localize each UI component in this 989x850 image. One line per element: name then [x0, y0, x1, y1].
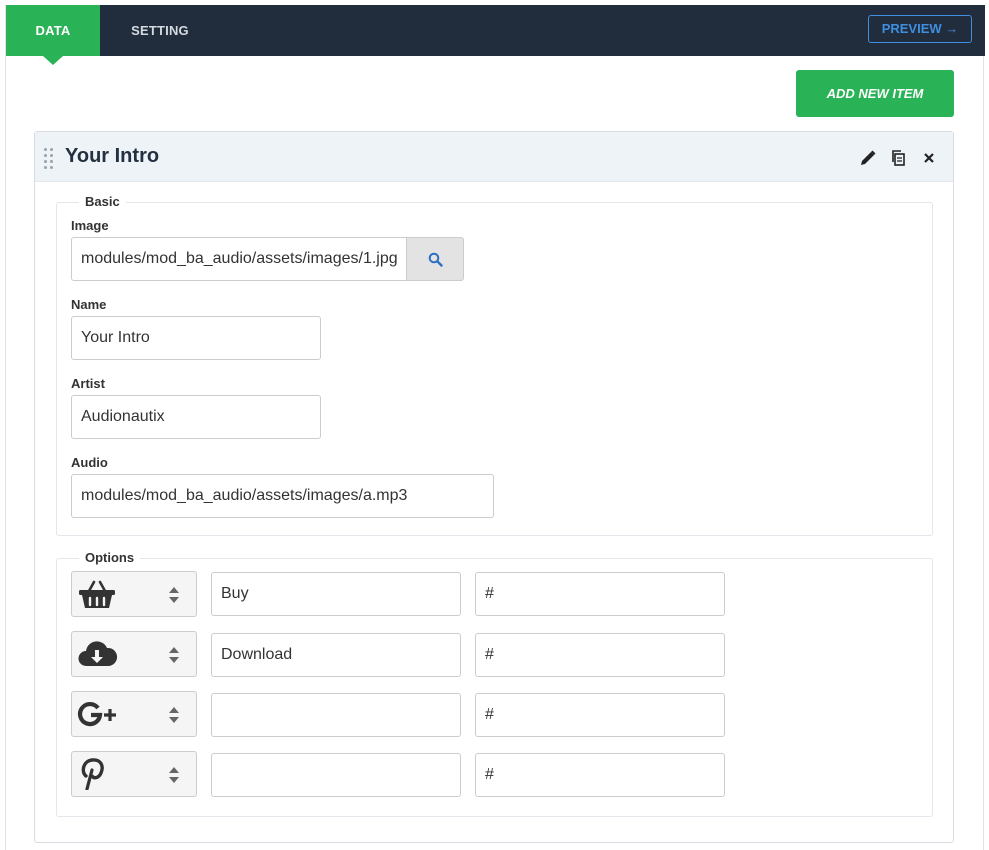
- sort-arrows-icon: [168, 706, 180, 724]
- sort-arrows-icon: [168, 646, 180, 664]
- pinterest-icon: [77, 758, 117, 790]
- tab-data[interactable]: DATA: [6, 5, 100, 65]
- copy-icon[interactable]: [890, 149, 908, 167]
- option-label-field[interactable]: Buy: [211, 572, 461, 616]
- preview-button[interactable]: PREVIEW →: [868, 15, 972, 43]
- audio-field[interactable]: modules/mod_ba_audio/assets/images/a.mp3: [71, 474, 494, 518]
- module-editor: DATA SETTING PREVIEW → ADD NEW ITEM Your…: [5, 5, 985, 850]
- basic-fieldset: Basic Image modules/mod_ba_audio/assets/…: [56, 194, 933, 536]
- options-fieldset: Options Buy # Download # # #: [56, 550, 933, 817]
- pencil-icon[interactable]: [859, 149, 877, 167]
- image-field[interactable]: modules/mod_ba_audio/assets/images/1.jpg: [71, 237, 407, 281]
- add-new-item-button[interactable]: ADD NEW ITEM: [796, 70, 954, 117]
- option-link-field[interactable]: #: [475, 753, 725, 797]
- artist-label: Artist: [71, 376, 105, 391]
- image-browse-button[interactable]: [407, 237, 464, 281]
- option-icon-select[interactable]: [71, 571, 197, 617]
- search-icon: [428, 252, 443, 267]
- item-panel: Your Intro Basic Image modules/mod_ba_au…: [34, 131, 954, 843]
- close-icon[interactable]: [920, 149, 938, 167]
- option-icon-select[interactable]: [71, 751, 197, 797]
- basic-legend: Basic: [79, 194, 126, 209]
- option-link-field[interactable]: #: [475, 572, 725, 616]
- top-bar: DATA SETTING PREVIEW →: [6, 5, 985, 65]
- image-label: Image: [71, 218, 109, 233]
- name-label: Name: [71, 297, 107, 312]
- sort-arrows-icon: [168, 766, 180, 784]
- option-link-field[interactable]: #: [475, 633, 725, 677]
- option-label-field[interactable]: Download: [211, 633, 461, 677]
- tab-setting[interactable]: SETTING: [101, 5, 219, 56]
- sort-arrows-icon: [168, 586, 180, 604]
- drag-handle-icon[interactable]: [44, 148, 54, 169]
- option-link-field[interactable]: #: [475, 693, 725, 737]
- options-legend: Options: [79, 550, 141, 565]
- option-icon-select[interactable]: [71, 691, 197, 737]
- cloud-download-icon: [77, 638, 117, 670]
- name-field[interactable]: Your Intro: [71, 316, 321, 360]
- google-plus-icon: [77, 698, 117, 730]
- basket-icon: [77, 578, 117, 610]
- artist-field[interactable]: Audionautix: [71, 395, 321, 439]
- option-icon-select[interactable]: [71, 631, 197, 677]
- item-header[interactable]: Your Intro: [35, 132, 953, 182]
- item-title: Your Intro: [65, 145, 160, 167]
- option-label-field[interactable]: [211, 693, 461, 737]
- option-label-field[interactable]: [211, 753, 461, 797]
- audio-label: Audio: [71, 455, 108, 470]
